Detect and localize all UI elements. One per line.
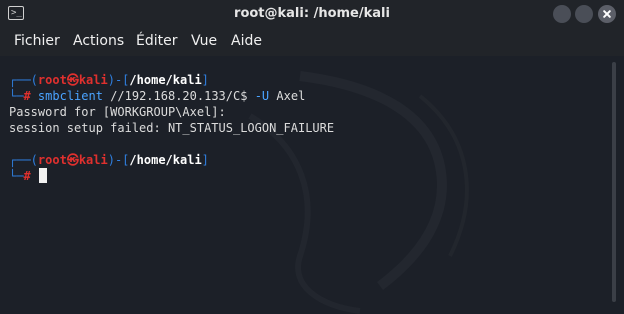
prompt-separator: )-[ <box>107 153 130 167</box>
prompt-frame-bottom: └─ <box>9 89 24 103</box>
menu-fichier[interactable]: Fichier <box>14 33 60 49</box>
menu-editer[interactable]: Éditer <box>136 33 177 49</box>
prompt-host: kali <box>78 153 108 167</box>
prompt-line-1: ┌──(root㉿kali)-[/home/kali] <box>9 72 209 88</box>
prompt-host: kali <box>78 73 108 87</box>
output-line: Password for [WORKGROUP\Axel]: <box>9 105 226 119</box>
input-line[interactable]: └─# <box>9 168 47 184</box>
menu-bar: Fichier Actions Éditer Vue Aide <box>0 28 624 56</box>
command-target: //192.168.20.133/C$ <box>110 89 248 103</box>
prompt-frame: ┌──( <box>9 73 38 87</box>
prompt-frame: ┌──( <box>9 153 38 167</box>
close-button[interactable] <box>598 5 616 23</box>
command-program: smbclient <box>37 89 103 103</box>
prompt-bracket-close: ] <box>201 153 209 167</box>
title-bar: >_ root@kali: /home/kali <box>0 0 624 28</box>
scrollbar[interactable] <box>612 62 616 302</box>
prompt-hash: # <box>23 89 31 103</box>
menu-vue[interactable]: Vue <box>191 33 217 49</box>
menu-actions[interactable]: Actions <box>73 33 124 49</box>
prompt-path: /home/kali <box>129 153 202 167</box>
minimize-button[interactable] <box>553 5 571 23</box>
command-line: └─# smbclient //192.168.20.133/C$ -U Axe… <box>9 88 305 104</box>
kali-skull-icon: ㉿ <box>66 153 79 167</box>
prompt-user: root <box>37 73 67 87</box>
window-title: root@kali: /home/kali <box>234 6 390 21</box>
prompt-bracket-close: ] <box>201 73 209 87</box>
maximize-button[interactable] <box>575 5 593 23</box>
prompt-hash: # <box>23 169 31 183</box>
terminal-area[interactable]: ┌──(root㉿kali)-[/home/kali] └─# smbclien… <box>0 56 624 314</box>
prompt-user: root <box>37 153 67 167</box>
prompt-path: /home/kali <box>129 73 202 87</box>
prompt-frame-bottom: └─ <box>9 169 24 183</box>
prompt-line-2: ┌──(root㉿kali)-[/home/kali] <box>9 152 209 168</box>
command-option: -U <box>254 89 270 103</box>
output-line: session setup failed: NT_STATUS_LOGON_FA… <box>9 121 335 135</box>
command-user: Axel <box>276 89 306 103</box>
menu-aide[interactable]: Aide <box>231 33 262 49</box>
prompt-separator: )-[ <box>107 73 130 87</box>
text-cursor <box>38 168 47 183</box>
kali-skull-icon: ㉿ <box>66 73 79 87</box>
